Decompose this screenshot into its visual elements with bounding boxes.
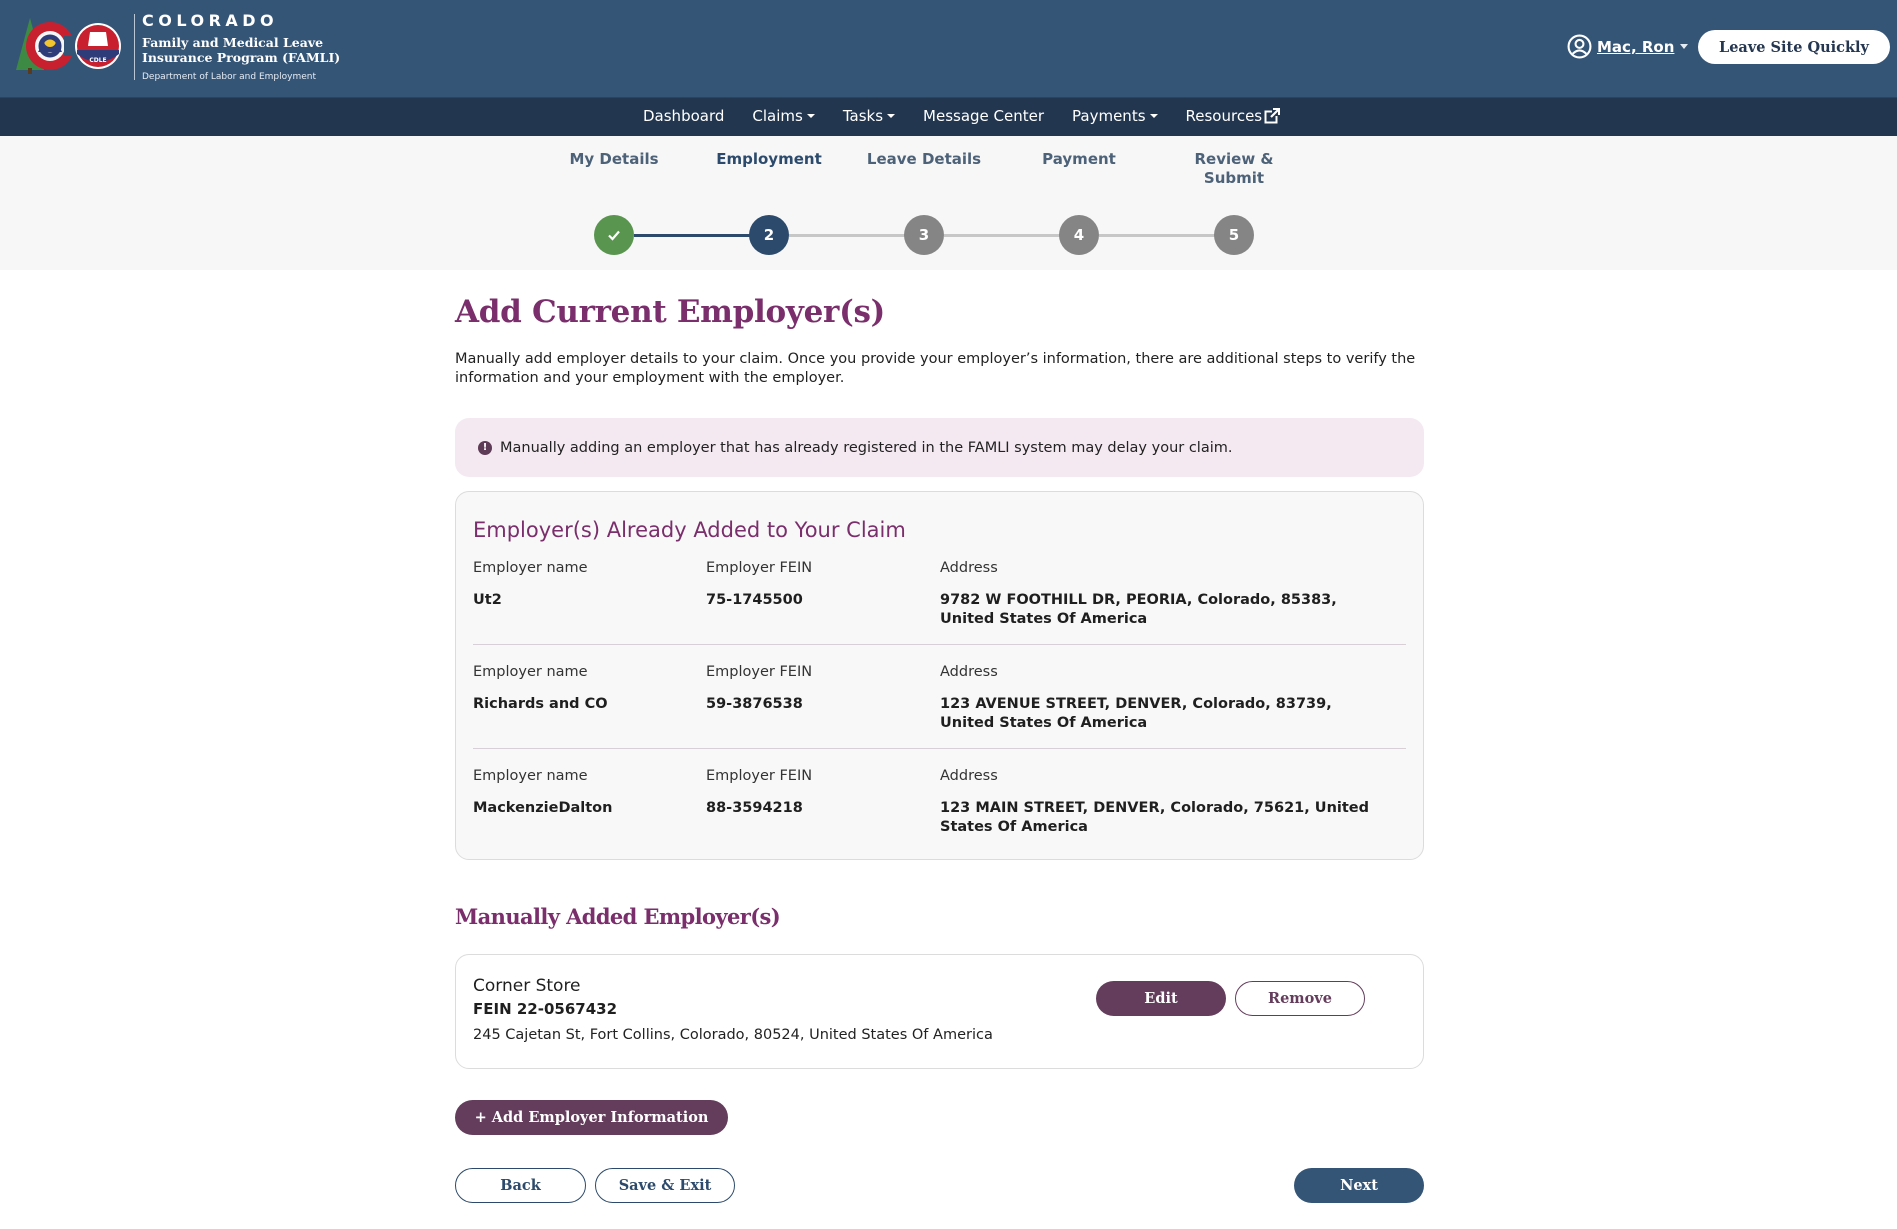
back-button[interactable]: Back [455,1168,586,1203]
employer-row: Employer name Ut2 Employer FEIN 75-1745500… [473,559,1406,663]
step-label-payment[interactable]: Payment [1004,150,1154,169]
step-label-leave-details[interactable]: Leave Details [849,150,999,169]
employer-address: 123 MAIN STREET, DENVER, Colorado, 75621… [940,800,1370,835]
save-exit-button[interactable]: Save & Exit [595,1168,735,1203]
employer-name: MackenzieDalton [473,800,613,816]
caret-down-icon [887,114,896,118]
nav-item-message-center[interactable]: Message Center [923,107,1044,125]
intro-text: Manually add employer details to your cl… [455,351,1416,386]
manual-employer-card: Corner Store FEIN 22-0567432 245 Cajetan… [455,954,1424,1069]
nav-item-dashboard[interactable]: Dashboard [643,107,724,125]
manual-employer-name: Corner Store [473,976,581,996]
employer-address: 9782 W FOOTHILL DR, PEORIA, Colorado, 85… [940,592,1337,627]
step-label-line2: Submit [1203,169,1265,187]
user-menu[interactable]: Mac, Ron [1567,34,1689,59]
nav-item-resources[interactable]: Resources [1186,107,1281,125]
step-1-complete[interactable] [594,215,634,255]
program-name-line1: Family and Medical Leave [142,35,324,50]
remove-employer-button[interactable]: Remove [1235,981,1365,1016]
cdle-badge-text: CDLE [89,57,106,64]
row-divider [473,748,1406,749]
caret-down-icon [806,114,815,118]
alert-text: Manually adding an employer that has alr… [500,439,1233,456]
employer-name-label: Employer name [473,560,588,576]
caret-down-icon [1149,114,1158,118]
employer-address-label: Address [940,664,998,680]
employer-fein: 75-1745500 [706,592,803,608]
step-label-my-details[interactable]: My Details [539,150,689,169]
employer-address-label: Address [940,560,998,576]
department-name: Department of Labor and Employment [142,72,316,82]
manual-employer-address: 245 Cajetan St, Fort Collins, Colorado, … [473,1027,993,1043]
existing-employers-card: Employer(s) Already Added to Your Claim … [455,491,1424,860]
brand-text: COLORADO Family and Medical Leave Insura… [142,12,340,83]
employer-name-label: Employer name [473,664,588,680]
next-button[interactable]: Next [1294,1168,1424,1203]
edit-employer-button[interactable]: Edit [1096,981,1226,1016]
leave-site-quickly-button[interactable]: Leave Site Quickly [1698,30,1890,64]
manual-employer-fein: FEIN 22-0567432 [473,1000,618,1018]
checkmark-icon [608,230,620,241]
step-label-review-submit[interactable]: Review & Submit [1159,150,1309,188]
employer-row: Employer name Richards and CO Employer FE… [473,663,1406,767]
manual-employers-title: Manually Added Employer(s) [455,904,781,929]
program-name: Family and Medical Leave Insurance Progr… [142,35,340,65]
site-header: CDLE COLORADO Family and Medical Leave I… [0,0,1897,97]
step-2-current[interactable]: 2 [749,215,789,255]
step-connector [789,234,905,237]
step-3[interactable]: 3 [904,215,944,255]
employer-address: 123 AVENUE STREET, DENVER, Colorado, 837… [940,696,1332,731]
state-name: COLORADO [142,11,279,30]
chevron-down-icon [1680,44,1689,49]
warning-alert: ! Manually adding an employer that has a… [455,418,1424,477]
row-divider [473,644,1406,645]
employer-fein-label: Employer FEIN [706,768,813,784]
employer-fein: 88-3594218 [706,800,803,816]
nav-item-tasks[interactable]: Tasks [842,107,896,125]
nav-item-payments[interactable]: Payments [1072,107,1158,125]
user-name[interactable]: Mac, Ron [1597,38,1674,56]
main-nav: Dashboard Claims Tasks Message Center Pa… [0,97,1897,136]
colorado-cdle-logo[interactable]: CDLE [12,10,132,82]
employer-name-label: Employer name [473,768,588,784]
nav-label: Payments [1072,107,1146,125]
nav-label: Tasks [842,107,884,125]
external-link-icon [1264,108,1281,124]
brand-divider [134,14,135,80]
program-name-line2: Insurance Program (FAMLI) [142,50,341,65]
step-connector [1099,234,1215,237]
user-circle-icon [1567,34,1592,59]
add-employer-button[interactable]: + Add Employer Information [455,1100,728,1135]
existing-employers-title: Employer(s) Already Added to Your Claim [473,518,906,542]
step-connector-complete [634,234,750,237]
step-4[interactable]: 4 [1059,215,1099,255]
employer-name: Richards and CO [473,696,608,712]
nav-item-claims[interactable]: Claims [752,107,815,125]
step-connector [944,234,1060,237]
nav-label: Dashboard [643,107,725,125]
step-label-line1: Review & [1194,150,1274,168]
nav-label: Claims [752,107,803,125]
employer-fein-label: Employer FEIN [706,664,813,680]
employer-fein-label: Employer FEIN [706,560,813,576]
employer-fein: 59-3876538 [706,696,803,712]
progress-stepper: My Details Employment Leave Details Paym… [0,136,1897,270]
employer-address-label: Address [940,768,998,784]
nav-label: Resources [1185,107,1263,125]
employer-name: Ut2 [473,592,502,608]
exclamation-circle-icon: ! [478,440,492,455]
nav-label: Message Center [923,107,1045,125]
page-title: Add Current Employer(s) [455,294,885,330]
step-label-employment[interactable]: Employment [694,150,844,169]
employer-row: Employer name MackenzieDalton Employer FE… [473,767,1406,871]
step-5[interactable]: 5 [1214,215,1254,255]
